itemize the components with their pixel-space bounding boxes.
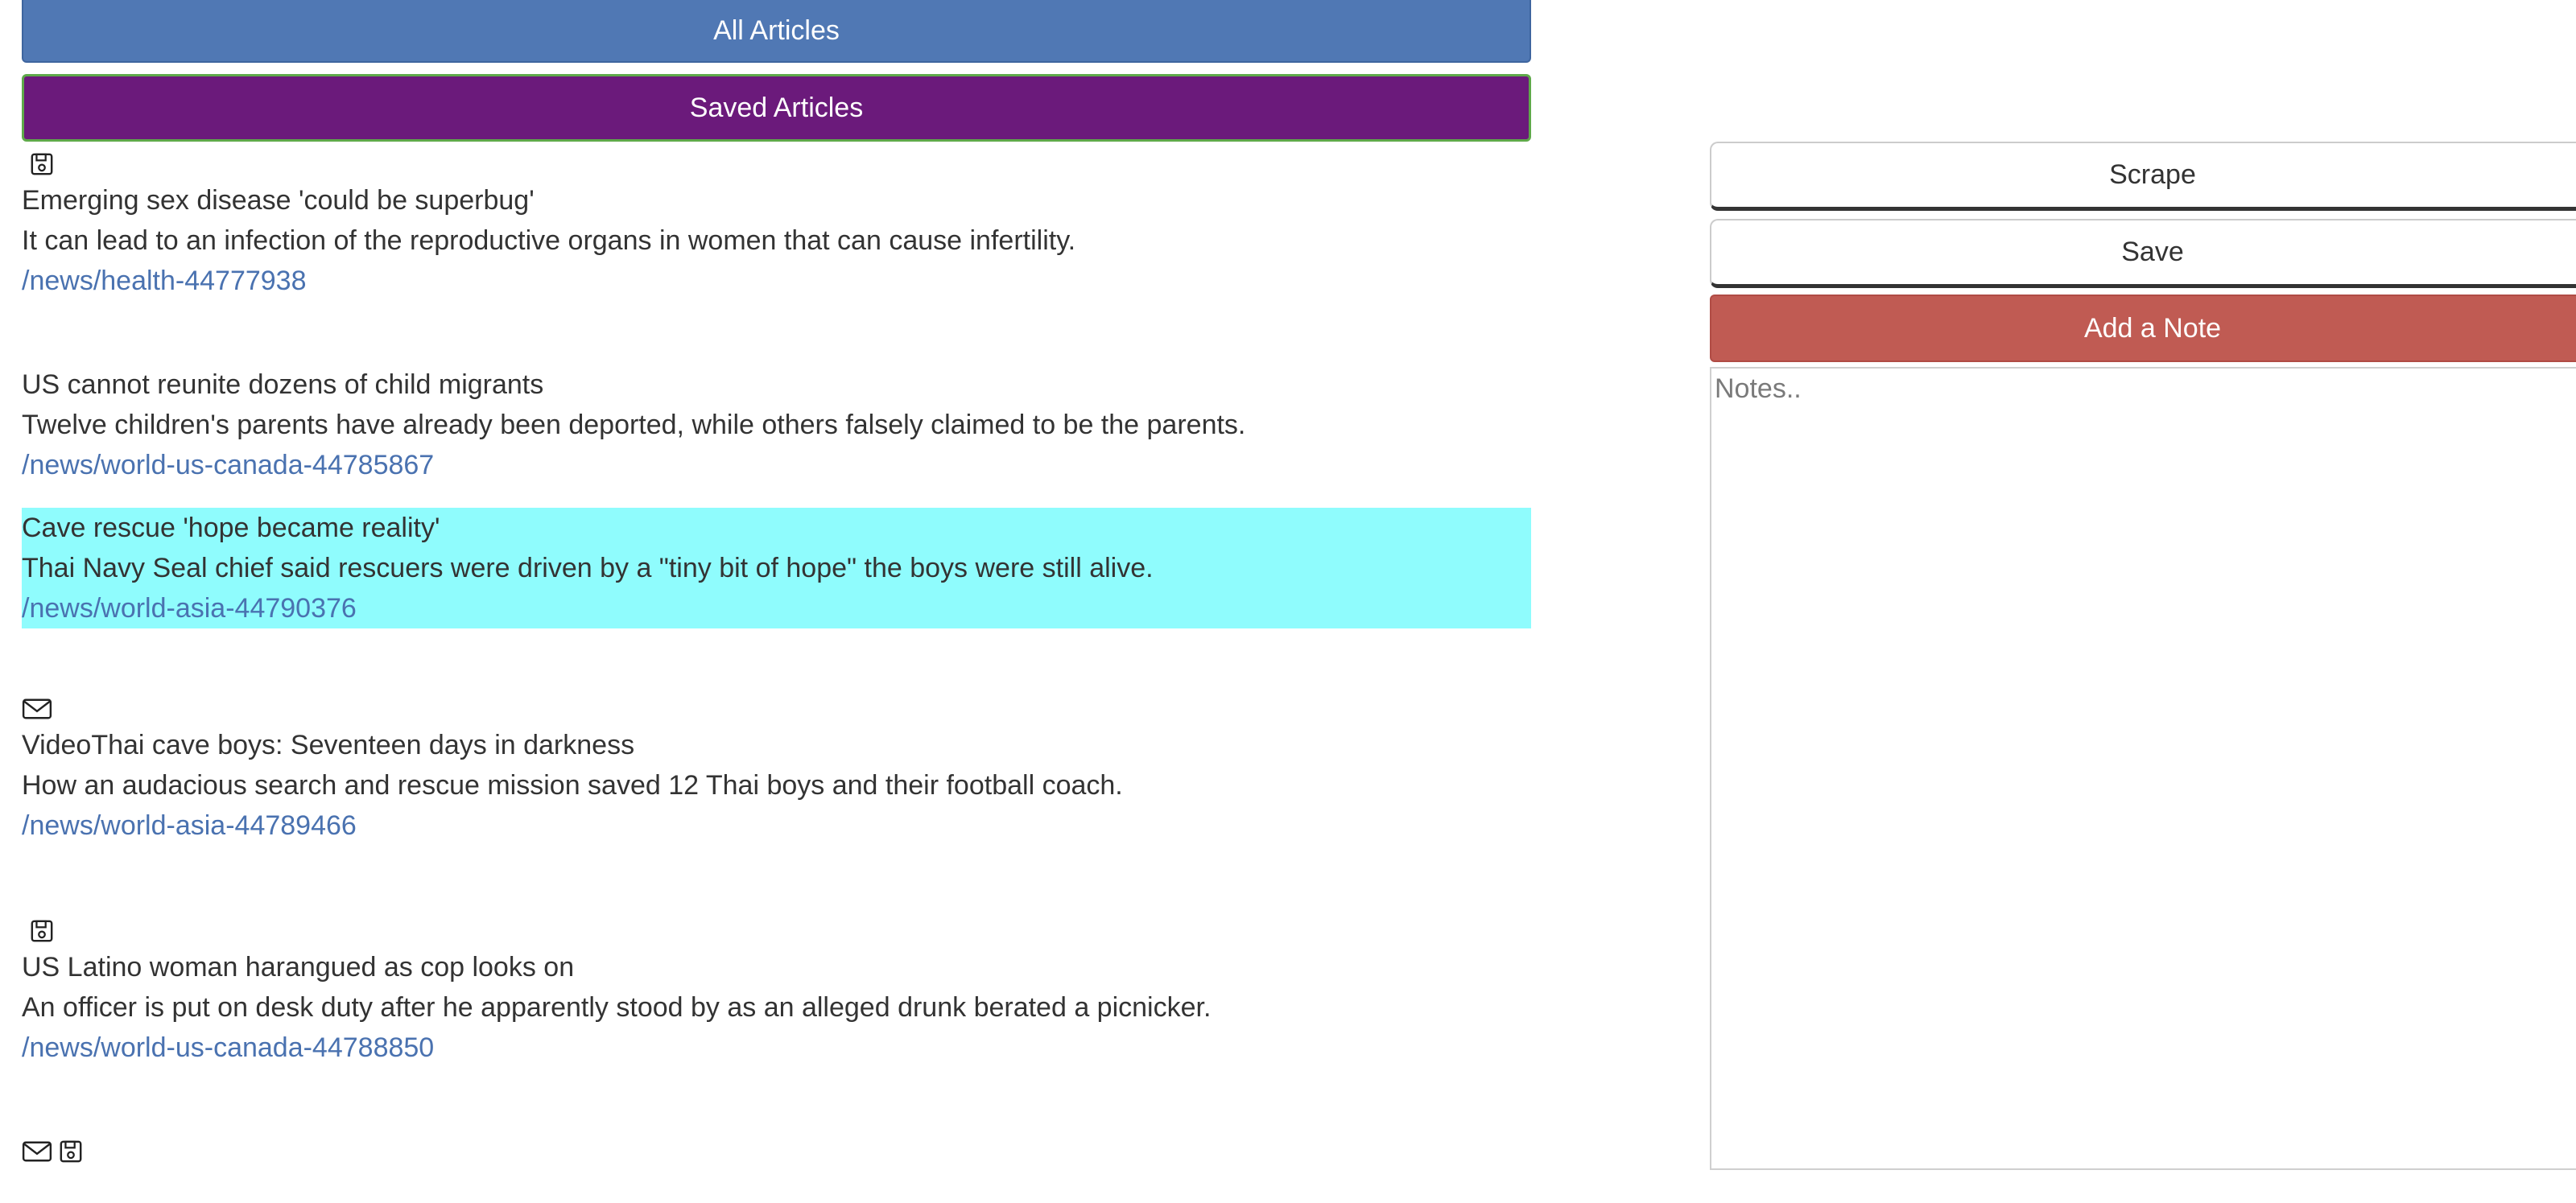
save-icon[interactable] xyxy=(59,1139,83,1164)
articles-column: All Articles Saved Articles Emerging sex… xyxy=(22,0,1531,1168)
article-icons xyxy=(22,693,1531,725)
mail-icon[interactable] xyxy=(22,1139,52,1164)
add-note-button[interactable]: Add a Note xyxy=(1710,295,2576,362)
saved-articles-button[interactable]: Saved Articles xyxy=(22,74,1531,142)
save-icon[interactable] xyxy=(22,151,54,177)
save-button[interactable]: Save xyxy=(1710,219,2576,288)
article-summary: It can lead to an infection of the repro… xyxy=(22,225,1076,256)
all-articles-button[interactable]: All Articles xyxy=(22,0,1531,63)
article-title: Emerging sex disease 'could be superbug' xyxy=(22,185,535,216)
article-item[interactable]: VideoThai cave boys: Seventeen days in d… xyxy=(22,628,1531,851)
article-link[interactable]: /news/world-asia-44790376 xyxy=(22,593,357,624)
article-item[interactable]: US Latino woman harangued as cop looks o… xyxy=(22,851,1531,1073)
save-icon[interactable] xyxy=(22,918,54,944)
article-link[interactable]: /news/world-asia-44789466 xyxy=(22,810,357,841)
article-title: US Latino woman harangued as cop looks o… xyxy=(22,952,575,983)
notes-textarea[interactable] xyxy=(1710,367,2576,1170)
article-title: VideoThai cave boys: Seventeen days in d… xyxy=(22,730,635,760)
article-item[interactable] xyxy=(22,1073,1531,1168)
article-link[interactable]: /news/health-44777938 xyxy=(22,266,307,296)
article-summary: An officer is put on desk duty after he … xyxy=(22,992,1212,1023)
article-title: Cave rescue 'hope became reality' xyxy=(22,513,440,543)
article-list: Emerging sex disease 'could be superbug'… xyxy=(22,148,1531,1168)
sidebar: Scrape Save Add a Note xyxy=(1710,142,2576,1174)
article-item-highlighted[interactable]: Cave rescue 'hope became reality' Thai N… xyxy=(22,508,1531,628)
scrape-button[interactable]: Scrape xyxy=(1710,142,2576,211)
article-link[interactable]: /news/world-us-canada-44785867 xyxy=(22,450,434,480)
article-summary: Thai Navy Seal chief said rescuers were … xyxy=(22,553,1154,583)
article-item[interactable]: Emerging sex disease 'could be superbug'… xyxy=(22,148,1531,324)
article-item[interactable]: US cannot reunite dozens of child migran… xyxy=(22,324,1531,508)
article-title: US cannot reunite dozens of child migran… xyxy=(22,369,544,400)
article-icons xyxy=(22,915,1531,947)
mail-icon[interactable] xyxy=(22,697,52,721)
article-icons xyxy=(22,1135,1531,1168)
article-summary: How an audacious search and rescue missi… xyxy=(22,770,1123,801)
article-summary: Twelve children's parents have already b… xyxy=(22,410,1246,440)
article-icons xyxy=(22,148,1531,180)
article-link[interactable]: /news/world-us-canada-44788850 xyxy=(22,1032,434,1063)
